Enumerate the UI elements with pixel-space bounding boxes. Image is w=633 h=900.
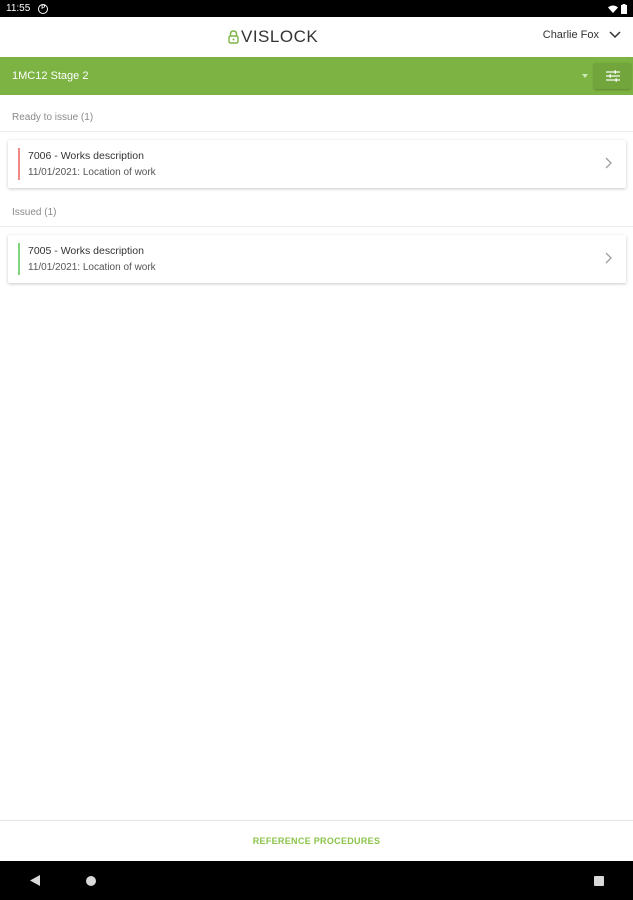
user-name: Charlie Fox [542, 29, 599, 41]
chevron-right-icon [605, 157, 612, 169]
status-bar: 11:55 P [0, 0, 633, 17]
chevron-down-icon [609, 31, 621, 39]
wifi-icon [608, 5, 618, 13]
user-menu[interactable]: Charlie Fox [543, 29, 621, 41]
battery-icon [621, 3, 627, 14]
notification-icon: P [38, 3, 49, 14]
filter-sliders-icon [605, 70, 620, 82]
permit-subtitle: 11/01/2021: Location of work [28, 167, 156, 178]
app-header: VISLOCK Charlie Fox [0, 17, 633, 57]
filter-button[interactable] [594, 63, 631, 89]
section-header-issued: Issued (1) [12, 207, 57, 218]
section-header-ready: Ready to issue (1) [12, 112, 94, 123]
recents-icon[interactable] [594, 876, 604, 886]
project-bar: 1MC12 Stage 2 [0, 57, 633, 95]
chevron-right-icon [605, 252, 612, 264]
status-time: 11:55 [6, 3, 31, 14]
permit-subtitle: 11/01/2021: Location of work [28, 262, 156, 273]
vislock-logo: VISLOCK [228, 27, 318, 47]
section-divider [0, 131, 633, 132]
dropdown-caret-icon[interactable] [582, 74, 588, 78]
permit-title: 7006 - Works description [28, 150, 144, 162]
padlock-logo-icon [228, 30, 239, 44]
permit-card-7005[interactable]: 7005 - Works description 11/01/2021: Loc… [8, 235, 626, 283]
back-icon[interactable] [30, 875, 40, 886]
reference-procedures-button[interactable]: REFERENCE PROCEDURES [0, 821, 633, 861]
project-selector[interactable]: 1MC12 Stage 2 [12, 70, 88, 82]
section-divider [0, 226, 633, 227]
status-icons [608, 3, 627, 14]
permit-title: 7005 - Works description [28, 245, 144, 257]
status-accent-bar [18, 148, 20, 180]
system-nav-bar [0, 861, 633, 900]
home-icon[interactable] [86, 876, 96, 886]
status-accent-bar [18, 243, 20, 275]
permit-card-7006[interactable]: 7006 - Works description 11/01/2021: Loc… [8, 140, 626, 188]
logo-text: VISLOCK [241, 27, 319, 46]
